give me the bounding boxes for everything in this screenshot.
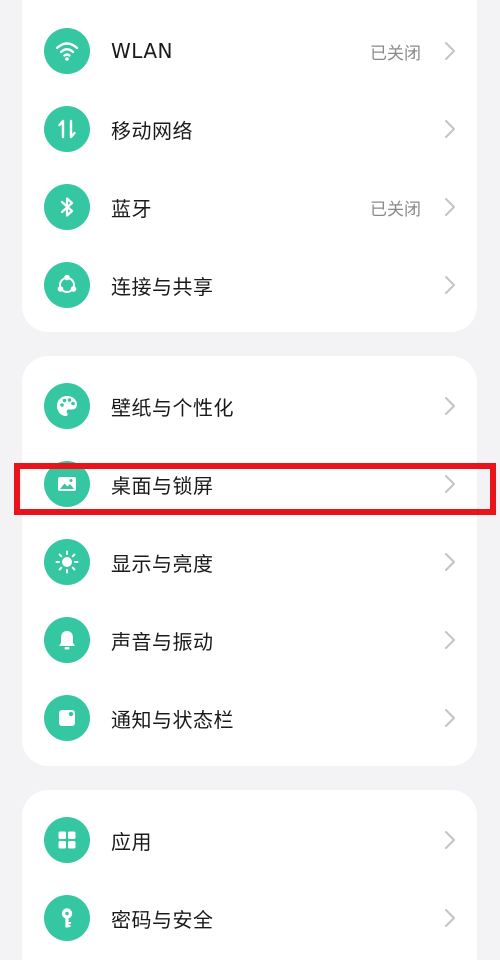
chevron-right-icon [445,276,455,294]
settings-screen: WLAN 已关闭 移动网络 蓝牙 已关闭 连接与共享 壁纸与个性化 桌面与锁屏 … [0,0,500,960]
wifi-icon [44,28,90,74]
mobile-data-icon [44,106,90,152]
chevron-right-icon [445,709,455,727]
settings-item-label: 声音与振动 [111,629,214,654]
bluetooth-icon [44,184,90,230]
settings-item-notifications-status-bar[interactable]: 通知与状态栏 [22,679,477,757]
settings-item-label: 密码与安全 [111,907,214,932]
settings-item-label: WLAN [111,39,174,63]
settings-item-sound-vibration[interactable]: 声音与振动 [22,601,477,679]
chevron-right-icon [445,475,455,493]
status-text: 已关闭 [370,43,421,64]
settings-item-password-security[interactable]: 密码与安全 [22,879,477,957]
chevron-right-icon [445,831,455,849]
apps-security-group: 应用 密码与安全 [22,790,477,960]
settings-item-display-brightness[interactable]: 显示与亮度 [22,523,477,601]
share-icon [44,262,90,308]
chevron-right-icon [445,42,455,60]
chevron-right-icon [445,198,455,216]
settings-item-mobile-network[interactable]: 移动网络 [22,90,477,168]
status-text: 已关闭 [370,199,421,220]
settings-item-label: 应用 [111,829,152,854]
personalization-group: 壁纸与个性化 桌面与锁屏 显示与亮度 声音与振动 通知与状态栏 [22,356,477,766]
palette-icon [44,383,90,429]
settings-item-connection-sharing[interactable]: 连接与共享 [22,246,477,324]
settings-item-label: 显示与亮度 [111,551,214,576]
apps-grid-icon [44,817,90,863]
chevron-right-icon [445,397,455,415]
chevron-right-icon [445,631,455,649]
settings-item-wallpaper[interactable]: 壁纸与个性化 [22,367,477,445]
settings-item-label: 连接与共享 [111,274,214,299]
settings-item-label: 壁纸与个性化 [111,395,234,420]
connectivity-group: WLAN 已关闭 移动网络 蓝牙 已关闭 连接与共享 [22,0,477,332]
notification-icon [44,695,90,741]
settings-item-label: 蓝牙 [111,196,152,221]
settings-item-apps[interactable]: 应用 [22,801,477,879]
sun-icon [44,539,90,585]
chevron-right-icon [445,120,455,138]
image-icon [44,461,90,507]
settings-item-bluetooth[interactable]: 蓝牙 已关闭 [22,168,477,246]
chevron-right-icon [445,909,455,927]
settings-item-label: 桌面与锁屏 [111,473,214,498]
bell-icon [44,617,90,663]
key-icon [44,895,90,941]
settings-item-label: 移动网络 [111,118,193,143]
settings-item-label: 通知与状态栏 [111,707,234,732]
chevron-right-icon [445,553,455,571]
settings-item-wlan[interactable]: WLAN 已关闭 [22,12,477,90]
settings-item-home-lock-screen[interactable]: 桌面与锁屏 [22,445,477,523]
